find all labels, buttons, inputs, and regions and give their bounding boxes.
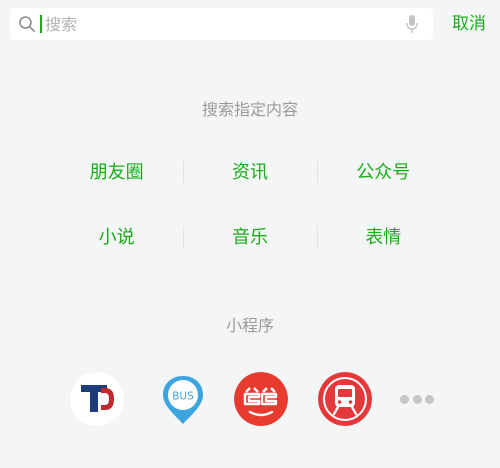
app-t-logo-icon <box>70 372 124 426</box>
mini-program-list: BUS <box>70 372 450 426</box>
bus-label: BUS <box>172 391 194 403</box>
text-cursor <box>40 15 42 33</box>
search-icon <box>19 16 35 32</box>
search-type-novels[interactable]: 小说 <box>50 216 183 256</box>
bus-pin-icon: BUS <box>163 376 203 424</box>
mini-program-t-app[interactable] <box>70 372 124 426</box>
metro-train-icon <box>318 372 372 426</box>
mini-program-metro[interactable] <box>318 372 372 426</box>
dot <box>400 394 409 404</box>
dangdang-icon <box>234 372 288 426</box>
cancel-button[interactable]: 取消 <box>446 10 492 38</box>
search-box[interactable] <box>10 8 433 40</box>
mini-program-bus[interactable]: BUS <box>156 372 210 426</box>
search-type-news[interactable]: 资讯 <box>183 151 316 191</box>
more-dots-icon[interactable] <box>400 392 434 406</box>
search-bar: 取消 <box>0 0 500 48</box>
content-row-2: 小说 音乐 表情 <box>50 216 450 256</box>
mini-program-dangdang[interactable] <box>234 372 288 426</box>
section-title-search-content: 搜索指定内容 <box>201 100 298 119</box>
microphone-icon[interactable] <box>405 14 419 34</box>
search-type-stickers[interactable]: 表情 <box>316 216 450 256</box>
search-type-official-accounts[interactable]: 公众号 <box>316 151 450 191</box>
search-type-music[interactable]: 音乐 <box>183 216 316 256</box>
dot <box>425 394 434 404</box>
search-type-moments[interactable]: 朋友圈 <box>50 151 183 191</box>
dot <box>412 394 422 404</box>
section-title-mini-programs: 小程序 <box>225 316 274 335</box>
content-row-1: 朋友圈 资讯 公众号 <box>50 151 450 191</box>
search-input[interactable] <box>45 12 385 36</box>
